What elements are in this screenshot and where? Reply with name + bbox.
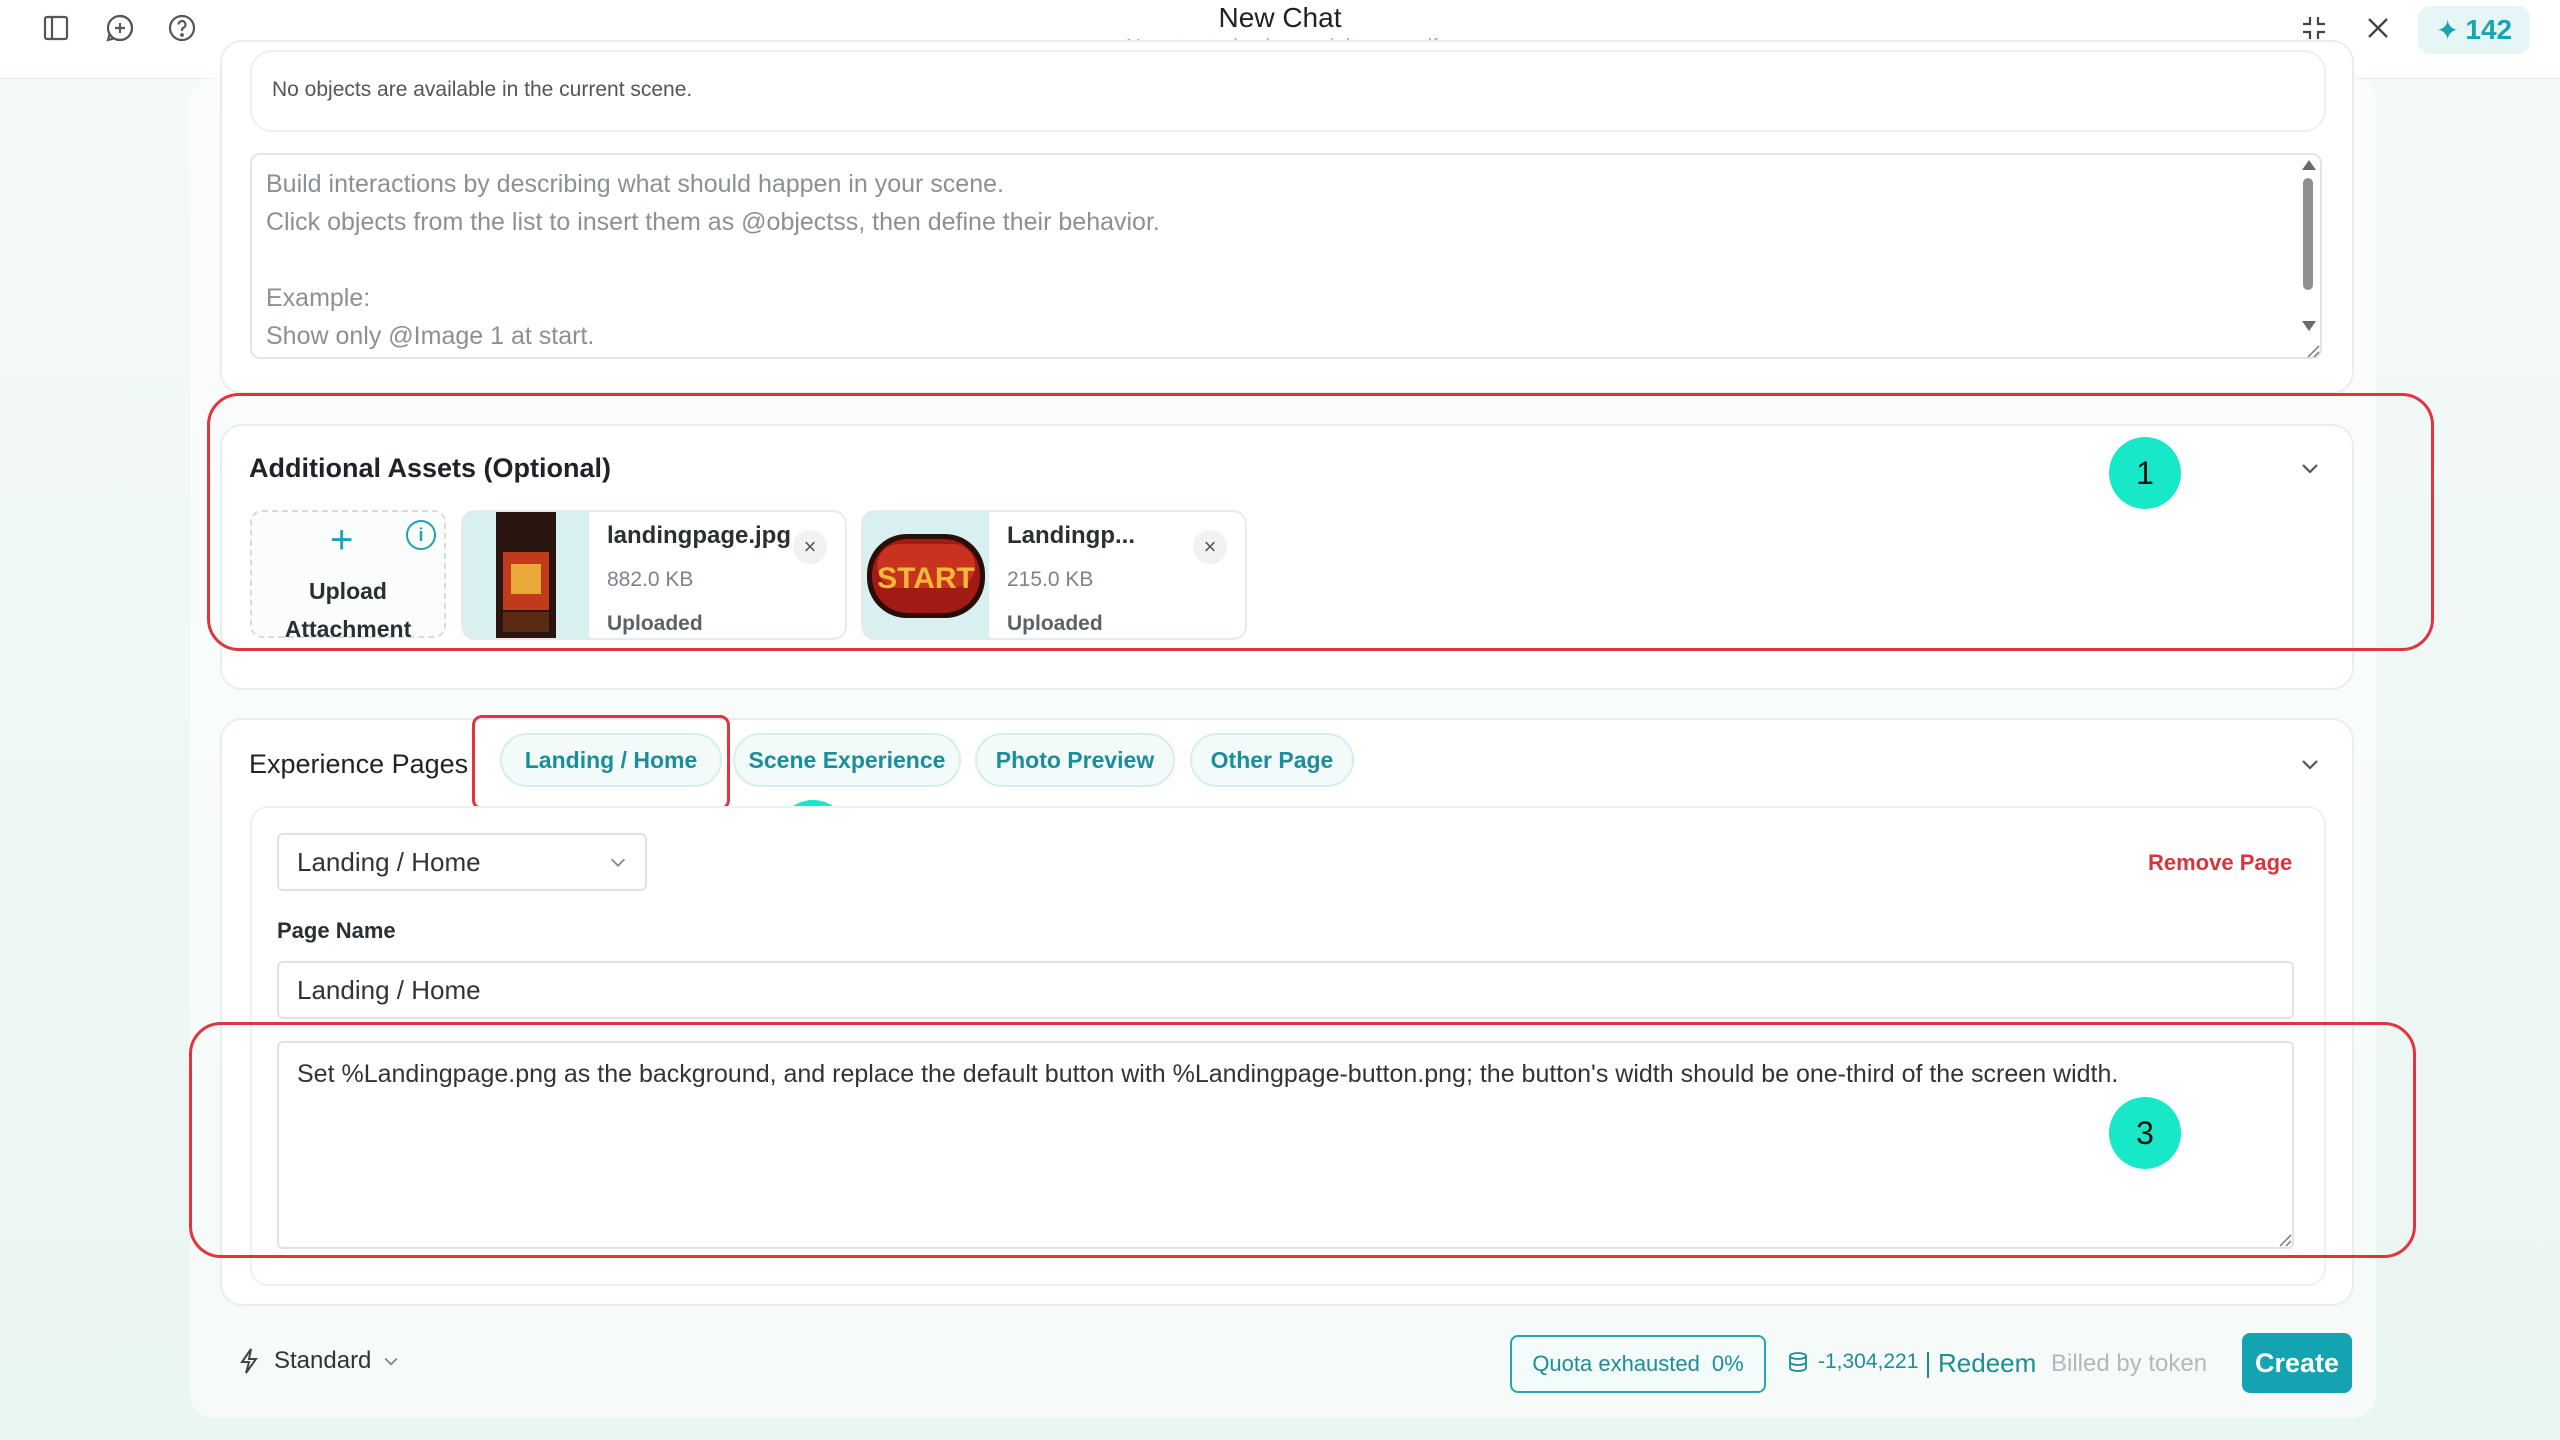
credits-badge[interactable]: ✦ 142 [2418,6,2530,54]
pages-title: Experience Pages [249,749,469,779]
asset-item[interactable]: landingpage.jpg 882.0 KB Uploaded × [461,510,847,640]
quota-badge[interactable]: Quota exhausted 0% [1510,1335,1766,1393]
upload-label: Upload Attachment [284,578,412,642]
asset-size: 882.0 KB [607,568,694,591]
mode-selector[interactable]: Standard [234,1346,401,1376]
sidebar-toggle-icon[interactable] [38,10,74,46]
remove-asset-icon[interactable]: × [1193,530,1227,564]
scrollbar-thumb[interactable] [2303,178,2313,290]
page-name-input[interactable]: Landing / Home [277,961,2294,1019]
help-icon[interactable] [164,10,200,46]
scroll-down-arrow[interactable] [2302,321,2316,331]
assets-title: Additional Assets (Optional) [249,453,612,483]
no-objects-message: No objects are available in the current … [272,78,693,101]
divider [1927,1352,1929,1378]
info-icon[interactable]: i [406,520,436,550]
page-name-label: Page Name [277,918,396,943]
chevron-down-icon[interactable] [2298,456,2322,480]
annotation-number: 1 [2109,437,2181,509]
sparkle-icon: ✦ [2435,14,2460,46]
annotation-number: 3 [2109,1097,2181,1169]
asset-thumbnail [463,512,589,638]
credits-count: 142 [2465,14,2513,45]
new-chat-icon[interactable] [102,10,138,46]
resize-grip-icon[interactable] [2278,1233,2292,1247]
asset-thumbnail: START [863,512,989,638]
balance-value: -1,304,221 [1818,1350,1919,1373]
asset-name: landingpage.jpg [607,522,791,549]
token-balance: -1,304,221 [1786,1350,1918,1374]
quota-label: Quota exhausted [1532,1351,1700,1376]
start-text: START [877,562,975,595]
asset-size: 215.0 KB [1007,568,1094,591]
create-button[interactable]: Create [2242,1333,2352,1393]
tab-photo-preview[interactable]: Photo Preview [975,733,1175,787]
page-select-value: Landing / Home [297,847,481,877]
remove-asset-icon[interactable]: × [793,530,827,564]
asset-status: Uploaded [607,612,703,635]
tab-scene-experience[interactable]: Scene Experience [733,733,961,787]
asset-item[interactable]: START Landingp... 215.0 KB Uploaded × [861,510,1247,640]
asset-status: Uploaded [1007,612,1103,635]
page-title: New Chat [1218,2,1342,33]
interactions-textarea[interactable]: Build interactions by describing what sh… [250,153,2322,359]
quota-percent: 0% [1711,1351,1744,1376]
redeem-link[interactable]: Redeem [1938,1348,2036,1379]
page-select[interactable]: Landing / Home [277,833,647,891]
upload-attachment-button[interactable]: + i Upload Attachment [250,510,446,642]
scroll-up-arrow[interactable] [2302,160,2316,170]
chevron-down-icon[interactable] [2298,752,2322,776]
close-icon[interactable] [2360,10,2396,46]
asset-name: Landingp... [1007,522,1135,549]
resize-grip-icon[interactable] [2306,344,2320,358]
tab-landing-home[interactable]: Landing / Home [500,733,722,787]
chevron-down-icon [384,1357,398,1366]
tab-other-page[interactable]: Other Page [1190,733,1354,787]
remove-page-button[interactable]: Remove Page [2148,850,2292,876]
coins-icon [1789,1352,1807,1372]
magic-wand-icon [240,1348,258,1374]
chevron-down-icon [610,858,626,867]
mode-label: Standard [274,1347,372,1374]
billing-note: Billed by token [2051,1350,2208,1377]
plus-icon: + [330,518,354,562]
page-description-textarea[interactable]: Set %Landingpage.png as the background, … [277,1041,2294,1249]
